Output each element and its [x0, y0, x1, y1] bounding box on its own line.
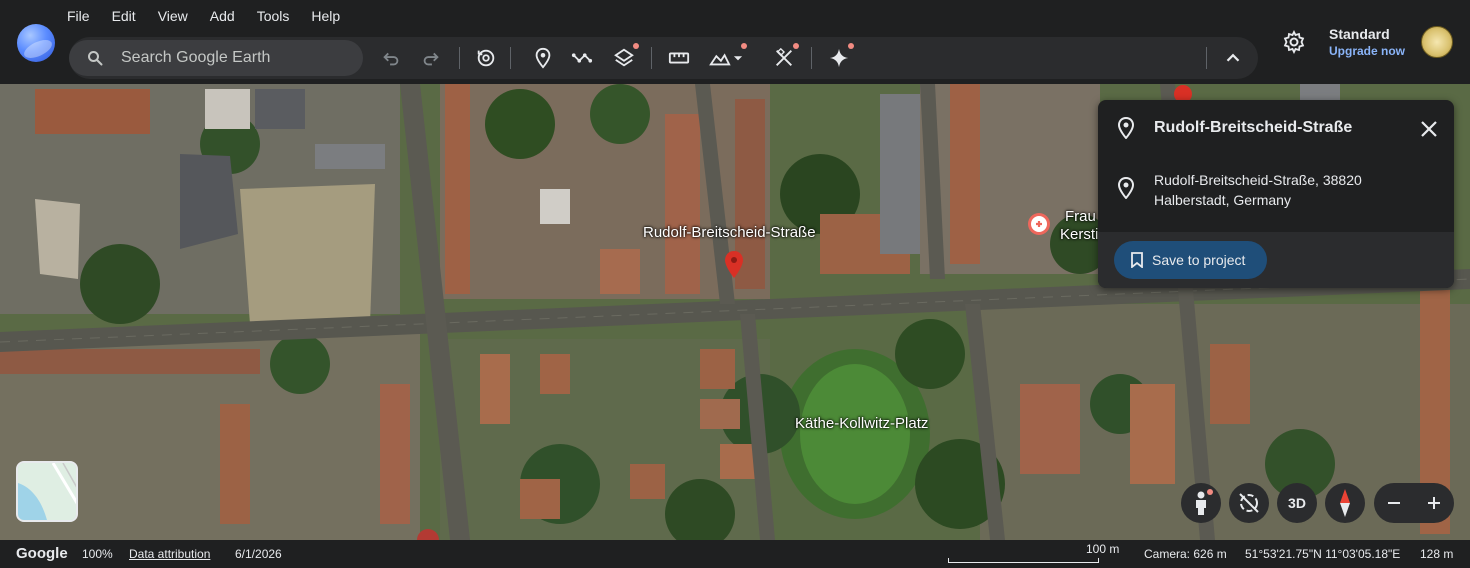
poi-label[interactable]: Kerstir [1060, 226, 1103, 243]
search-box [69, 40, 363, 76]
map-style-thumbnail[interactable] [16, 461, 78, 522]
map-style-icon [776, 47, 792, 66]
measure-button[interactable] [667, 46, 691, 70]
chevron-up-icon [1226, 53, 1240, 62]
camera-altitude: Camera: 626 m [1144, 547, 1227, 561]
gear-icon[interactable] [1282, 30, 1306, 54]
search-icon[interactable] [87, 50, 103, 66]
compass-button[interactable] [1325, 483, 1365, 523]
google-earth-logo[interactable] [17, 24, 55, 62]
toolbar-divider [651, 47, 652, 69]
zoom-level: 100% [82, 547, 113, 561]
minus-icon [1388, 502, 1400, 504]
chevron-down-icon [733, 56, 743, 61]
scale-bar [948, 558, 1099, 563]
poi-label[interactable]: Frau [1065, 208, 1096, 225]
gemini-button[interactable] [827, 43, 854, 70]
layers-button[interactable] [612, 43, 639, 70]
data-layers-button[interactable] [707, 43, 747, 70]
toggle-3d-button[interactable]: 3D [1277, 483, 1317, 523]
map-style-button[interactable] [772, 43, 799, 70]
zoom-in-button[interactable] [1414, 483, 1454, 523]
save-to-project-button[interactable]: Save to project [1114, 241, 1267, 279]
zoom-controls [1374, 483, 1454, 523]
save-button-label: Save to project [1152, 252, 1246, 268]
measure-icon [668, 52, 690, 64]
card-address: Rudolf-Breitscheid-Straße, 38820 Halbers… [1154, 170, 1362, 210]
no-rotate-icon [1239, 493, 1259, 513]
redo-icon [423, 52, 439, 66]
history-button[interactable] [474, 46, 498, 70]
notification-dot [741, 43, 747, 49]
layers-icon [614, 48, 634, 67]
scale-label: 100 m [1086, 542, 1120, 556]
undo-icon [383, 52, 399, 66]
elevation: 128 m [1420, 547, 1454, 561]
menu-help[interactable]: Help [300, 6, 351, 28]
address-line-1: Rudolf-Breitscheid-Straße, 38820 [1154, 172, 1362, 188]
street-view-button[interactable] [1181, 483, 1221, 523]
address-pin-icon [1117, 177, 1135, 199]
avatar[interactable] [1421, 26, 1453, 58]
address-line-2: Halberstadt, Germany [1154, 192, 1291, 208]
google-logo: Google [16, 545, 68, 562]
collapse-toolbar-button[interactable] [1221, 46, 1245, 70]
plan-name: Standard [1329, 26, 1390, 42]
menu-file[interactable]: File [56, 6, 101, 28]
tilt-toggle-button[interactable] [1229, 483, 1269, 523]
data-attribution-link[interactable]: Data attribution [129, 547, 210, 561]
card-footer: Save to project [1098, 232, 1454, 288]
toolbar-divider [459, 47, 460, 69]
menu-bar: File Edit View Add Tools Help [56, 6, 351, 28]
imagery-date: 6/1/2026 [235, 547, 282, 561]
plus-icon [1428, 497, 1440, 509]
placemark-icon [535, 47, 551, 69]
data-layers-icon [709, 53, 731, 66]
card-title: Rudolf-Breitscheid-Straße [1154, 119, 1353, 136]
park-label[interactable]: Käthe-Kollwitz-Platz [795, 415, 928, 432]
path-icon [571, 53, 593, 63]
draw-path-button[interactable] [570, 46, 594, 70]
map-thumbnail-icon [18, 463, 76, 520]
undo-button[interactable] [379, 46, 403, 70]
notification-dot [848, 43, 854, 49]
coordinates: 51°53'21.75"N 11°03'05.18"E [1245, 547, 1401, 561]
redo-button[interactable] [419, 46, 443, 70]
menu-tools[interactable]: Tools [246, 6, 301, 28]
place-info-card: Rudolf-Breitscheid-Straße Rudolf-Breitsc… [1098, 100, 1454, 288]
toolbar [69, 37, 1258, 79]
toolbar-divider [510, 47, 511, 69]
notification-dot [1207, 489, 1213, 495]
street-label[interactable]: Rudolf-Breitscheid-Straße [643, 224, 816, 241]
bookmark-icon [1131, 252, 1143, 268]
top-bar: File Edit View Add Tools Help Search Goo… [0, 0, 1470, 84]
status-bar: Google 100% Data attribution 6/1/2026 10… [0, 540, 1470, 568]
notification-dot [633, 43, 639, 49]
menu-view[interactable]: View [147, 6, 199, 28]
history-icon [477, 49, 495, 67]
location-pin-icon [1117, 117, 1135, 139]
search-input[interactable] [121, 40, 351, 76]
account-plan: Standard Upgrade now [1329, 26, 1405, 58]
compass-icon [1340, 489, 1350, 517]
upgrade-link[interactable]: Upgrade now [1329, 44, 1405, 58]
menu-add[interactable]: Add [199, 6, 246, 28]
zoom-out-button[interactable] [1374, 483, 1414, 523]
notification-dot [793, 43, 799, 49]
toolbar-divider [811, 47, 812, 69]
menu-edit[interactable]: Edit [101, 6, 147, 28]
spark-icon [829, 48, 849, 68]
toolbar-divider [1206, 47, 1207, 69]
add-placemark-button[interactable] [531, 46, 555, 70]
close-icon[interactable] [1418, 118, 1440, 140]
